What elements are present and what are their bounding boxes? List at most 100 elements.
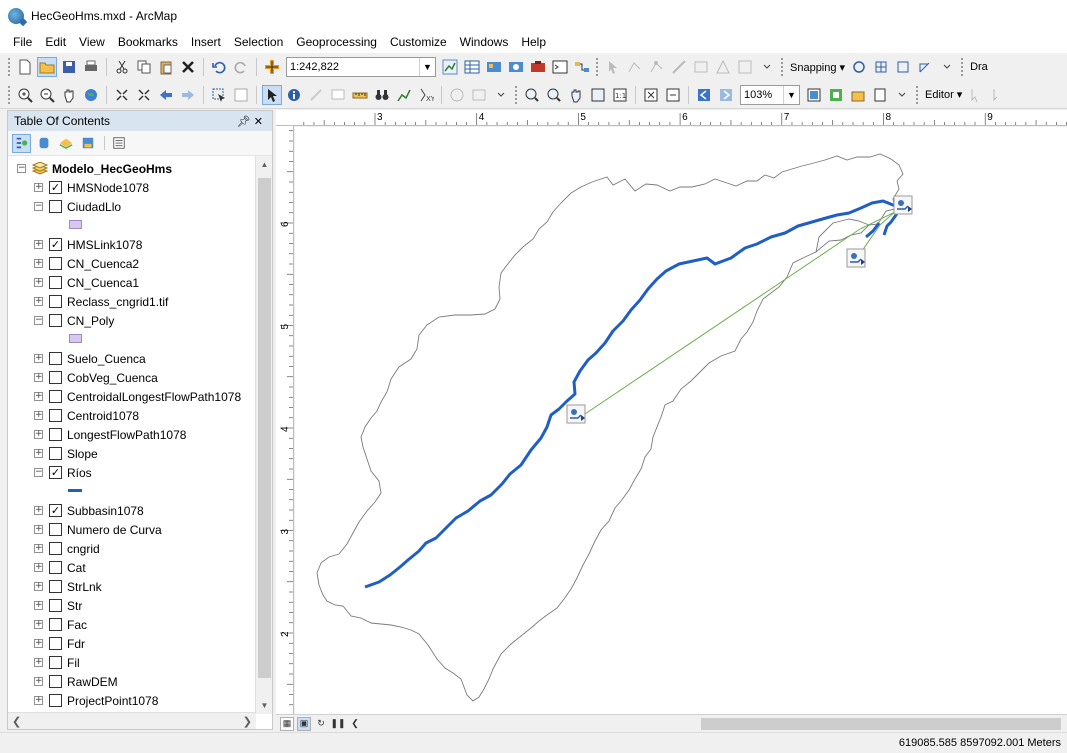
fixed-zoom-out-layout-icon[interactable] bbox=[663, 85, 683, 105]
identify-icon[interactable] bbox=[284, 85, 304, 105]
layer-row[interactable]: − CN_Poly bbox=[34, 311, 114, 330]
delete-icon[interactable] bbox=[178, 57, 198, 77]
expand-icon[interactable]: + bbox=[34, 677, 43, 686]
layer-row[interactable]: + CobVeg_Cuenca bbox=[34, 368, 158, 387]
layer-visibility-checkbox[interactable]: ✓ bbox=[49, 181, 62, 194]
go-forward-extent-icon[interactable] bbox=[716, 85, 736, 105]
layout-pan-icon[interactable] bbox=[566, 85, 586, 105]
expand-icon[interactable]: + bbox=[34, 582, 43, 591]
zoom-in-icon[interactable] bbox=[15, 85, 35, 105]
expand-icon[interactable]: + bbox=[34, 373, 43, 382]
vertex-snap-icon[interactable] bbox=[893, 57, 913, 77]
layer-visibility-checkbox[interactable] bbox=[49, 428, 62, 441]
measure-icon[interactable] bbox=[350, 85, 370, 105]
toc-horizontal-scrollbar[interactable]: ❮ ❯ bbox=[8, 712, 256, 729]
layer-visibility-checkbox[interactable]: ✓ bbox=[49, 504, 62, 517]
toggle-draft-mode-icon[interactable] bbox=[804, 85, 824, 105]
expand-icon[interactable]: + bbox=[34, 506, 43, 515]
layer-visibility-checkbox[interactable] bbox=[49, 561, 62, 574]
expand-icon[interactable]: + bbox=[34, 601, 43, 610]
toolbar-grip[interactable] bbox=[596, 58, 599, 76]
full-extent-globe-icon[interactable] bbox=[81, 85, 101, 105]
layer-visibility-checkbox[interactable] bbox=[49, 637, 62, 650]
layer-row[interactable]: + CentroidalLongestFlowPath1078 bbox=[34, 387, 241, 406]
layout-view-button[interactable]: ▣ bbox=[297, 716, 311, 731]
map-display[interactable] bbox=[295, 127, 1067, 714]
layout-zoom-out-icon[interactable] bbox=[544, 85, 564, 105]
end-snap-icon[interactable] bbox=[871, 57, 891, 77]
python-window-icon[interactable] bbox=[550, 57, 570, 77]
menu-windows[interactable]: Windows bbox=[460, 35, 509, 49]
layer-visibility-checkbox[interactable] bbox=[49, 371, 62, 384]
layer-row[interactable]: + Numero de Curva bbox=[34, 520, 162, 539]
draw-toolbar-label[interactable]: Dra bbox=[970, 61, 988, 73]
catalog-icon[interactable] bbox=[484, 57, 504, 77]
copy-icon[interactable] bbox=[134, 57, 154, 77]
overflow-chevron-icon[interactable] bbox=[757, 57, 777, 77]
paste-icon[interactable] bbox=[156, 57, 176, 77]
toolbar-grip[interactable] bbox=[8, 85, 11, 104]
edge-snap-icon[interactable] bbox=[915, 57, 935, 77]
cut-icon[interactable] bbox=[112, 57, 132, 77]
editor-toolbar-icon[interactable] bbox=[440, 57, 460, 77]
layer-row[interactable]: + Cat bbox=[34, 558, 86, 577]
pan-hand-icon[interactable] bbox=[59, 85, 79, 105]
layer-row[interactable]: + ProjectPoint1078 bbox=[34, 691, 158, 710]
select-elements-pointer-icon[interactable] bbox=[262, 84, 282, 105]
scroll-right-arrow-icon[interactable]: ❯ bbox=[243, 715, 252, 728]
sketch-properties-icon[interactable] bbox=[735, 57, 755, 77]
expand-icon[interactable]: + bbox=[34, 696, 43, 705]
new-document-icon[interactable] bbox=[15, 57, 35, 77]
menu-selection[interactable]: Selection bbox=[234, 35, 283, 49]
menu-help[interactable]: Help bbox=[521, 35, 546, 49]
layer-visibility-checkbox[interactable] bbox=[49, 523, 62, 536]
open-folder-icon[interactable] bbox=[37, 57, 57, 77]
layer-visibility-checkbox[interactable] bbox=[49, 447, 62, 460]
overflow-chevron-icon[interactable] bbox=[892, 85, 912, 105]
list-by-selection-icon[interactable] bbox=[78, 134, 97, 153]
save-icon[interactable] bbox=[59, 57, 79, 77]
clear-selection-icon[interactable] bbox=[231, 85, 251, 105]
redo-icon[interactable] bbox=[231, 57, 251, 77]
model-builder-icon[interactable] bbox=[572, 57, 592, 77]
layout-zoom-combo[interactable]: 103% ▼ bbox=[740, 84, 800, 105]
hmsnode-icon[interactable] bbox=[893, 195, 913, 215]
back-arrow-icon[interactable] bbox=[156, 85, 176, 105]
expand-icon[interactable]: + bbox=[34, 240, 43, 249]
toc-pin-close-controls[interactable]: 📌︎✕ bbox=[237, 115, 266, 128]
layer-row[interactable]: + ✓ HMSLink1078 bbox=[34, 235, 142, 254]
layer-row[interactable]: + Centroid1078 bbox=[34, 406, 139, 425]
topology-icon[interactable] bbox=[713, 57, 733, 77]
zoom-whole-page-icon[interactable] bbox=[588, 85, 608, 105]
menu-customize[interactable]: Customize bbox=[390, 35, 447, 49]
editor-menu[interactable]: Editor ▾ bbox=[925, 88, 962, 101]
search-window-icon[interactable] bbox=[506, 57, 526, 77]
dataframe-row[interactable]: − Modelo_HecGeoHms bbox=[17, 159, 172, 178]
chevron-down-icon[interactable]: ▼ bbox=[783, 85, 799, 104]
find-route-icon[interactable] bbox=[394, 85, 414, 105]
layer-visibility-checkbox[interactable] bbox=[49, 656, 62, 669]
pause-drawing-icon[interactable]: ❚❚ bbox=[330, 717, 345, 731]
select-features-icon[interactable] bbox=[209, 85, 229, 105]
sketch-icon[interactable] bbox=[669, 57, 689, 77]
toolbar-grip[interactable] bbox=[8, 58, 11, 76]
layer-visibility-checkbox[interactable] bbox=[49, 314, 62, 327]
scroll-left-arrow-icon[interactable]: ❮ bbox=[12, 715, 21, 728]
arctoolbox-icon[interactable] bbox=[528, 57, 548, 77]
data-view-button[interactable]: ▦ bbox=[280, 716, 294, 731]
expand-icon[interactable]: + bbox=[34, 183, 43, 192]
layer-row[interactable]: + Str bbox=[34, 596, 82, 615]
scroll-left-arrow-icon[interactable]: ❮ bbox=[348, 717, 362, 731]
layer-row[interactable]: + RawDEM bbox=[34, 672, 118, 691]
menu-view[interactable]: View bbox=[79, 35, 105, 49]
layer-visibility-checkbox[interactable] bbox=[49, 257, 62, 270]
zoom-out-icon[interactable] bbox=[37, 85, 57, 105]
hyperlink-icon[interactable] bbox=[306, 85, 326, 105]
fixed-zoom-in-icon[interactable] bbox=[112, 85, 132, 105]
find-binoculars-icon[interactable] bbox=[372, 85, 392, 105]
list-by-visibility-icon[interactable] bbox=[56, 134, 75, 153]
layer-visibility-checkbox[interactable] bbox=[49, 352, 62, 365]
layer-row[interactable]: + ✓ HMSNode1078 bbox=[34, 178, 149, 197]
layer-visibility-checkbox[interactable]: ✓ bbox=[49, 466, 62, 479]
collapse-icon[interactable]: − bbox=[34, 202, 43, 211]
